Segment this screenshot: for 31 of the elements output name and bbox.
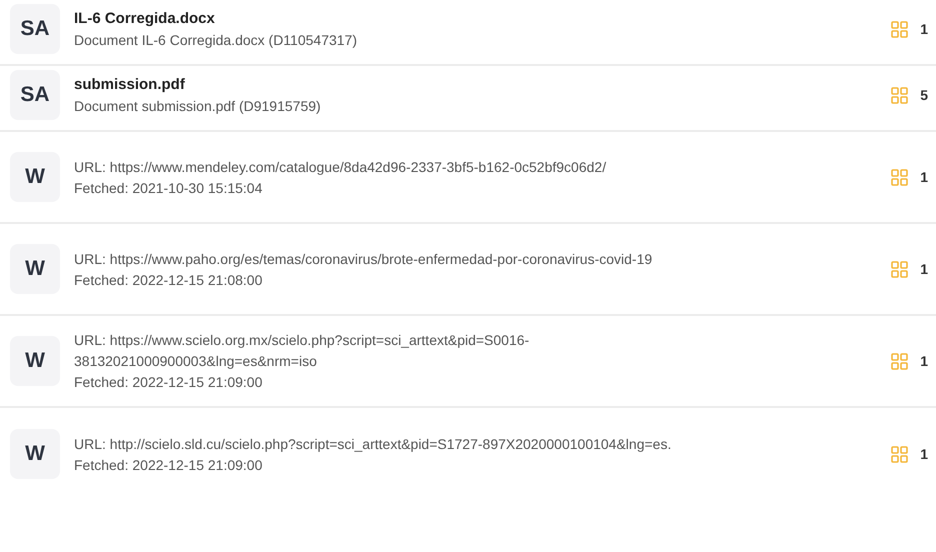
match-count: 1 (920, 353, 928, 369)
match-count: 5 (920, 87, 928, 103)
grid-icon[interactable] (891, 86, 908, 104)
source-detail: Document IL-6 Corregida.docx (D110547317) (74, 32, 358, 48)
grid-icon[interactable] (891, 20, 908, 38)
source-detail: Fetched: 2022-12-15 21:09:00 (74, 374, 264, 390)
match-count: 1 (920, 169, 928, 185)
source-detail: URL: https://www.scielo.org.mx/scielo.php?script=sci_arttext&pid=S0016- (74, 332, 530, 348)
source-detail: Fetched: 2022-12-15 21:08:00 (74, 272, 264, 288)
source-detail: Document submission.pdf (D91915759) (74, 98, 322, 114)
source-detail: 38132021000900003&lng=es&nrm=iso (74, 353, 318, 369)
source-detail: URL: http://scielo.sld.cu/scielo.php?script=sci_arttext&pid=S1727-897X2020000100104&lng=es. (74, 436, 672, 452)
source-detail: URL: https://www.mendeley.com/catalogue/8da42d96-2337-3bf5-b162-0c52bf9c06d2/ (74, 158, 608, 174)
source-badge: SA (10, 70, 60, 120)
grid-icon[interactable] (891, 352, 908, 370)
source-detail: Fetched: 2021-10-30 15:15:04 (74, 180, 264, 196)
source-badge: W (10, 152, 60, 202)
source-title[interactable]: submission.pdf (74, 76, 878, 93)
match-count: 1 (920, 21, 928, 37)
source-detail: URL: https://www.paho.org/es/temas/coronavirus/brote-enfermedad-por-coronavirus-covid-19 (74, 250, 654, 266)
match-count: 1 (920, 261, 928, 277)
source-badge: SA (10, 4, 60, 54)
match-count: 1 (920, 446, 928, 462)
grid-icon[interactable] (891, 168, 908, 186)
grid-icon[interactable] (891, 260, 908, 278)
grid-icon[interactable] (891, 446, 908, 462)
source-badge: W (10, 244, 60, 294)
source-title[interactable]: IL-6 Corregida.docx (74, 10, 878, 27)
source-detail: Fetched: 2022-12-15 21:09:00 (74, 456, 264, 472)
source-badge: W (10, 429, 60, 479)
source-badge: W (10, 336, 60, 386)
